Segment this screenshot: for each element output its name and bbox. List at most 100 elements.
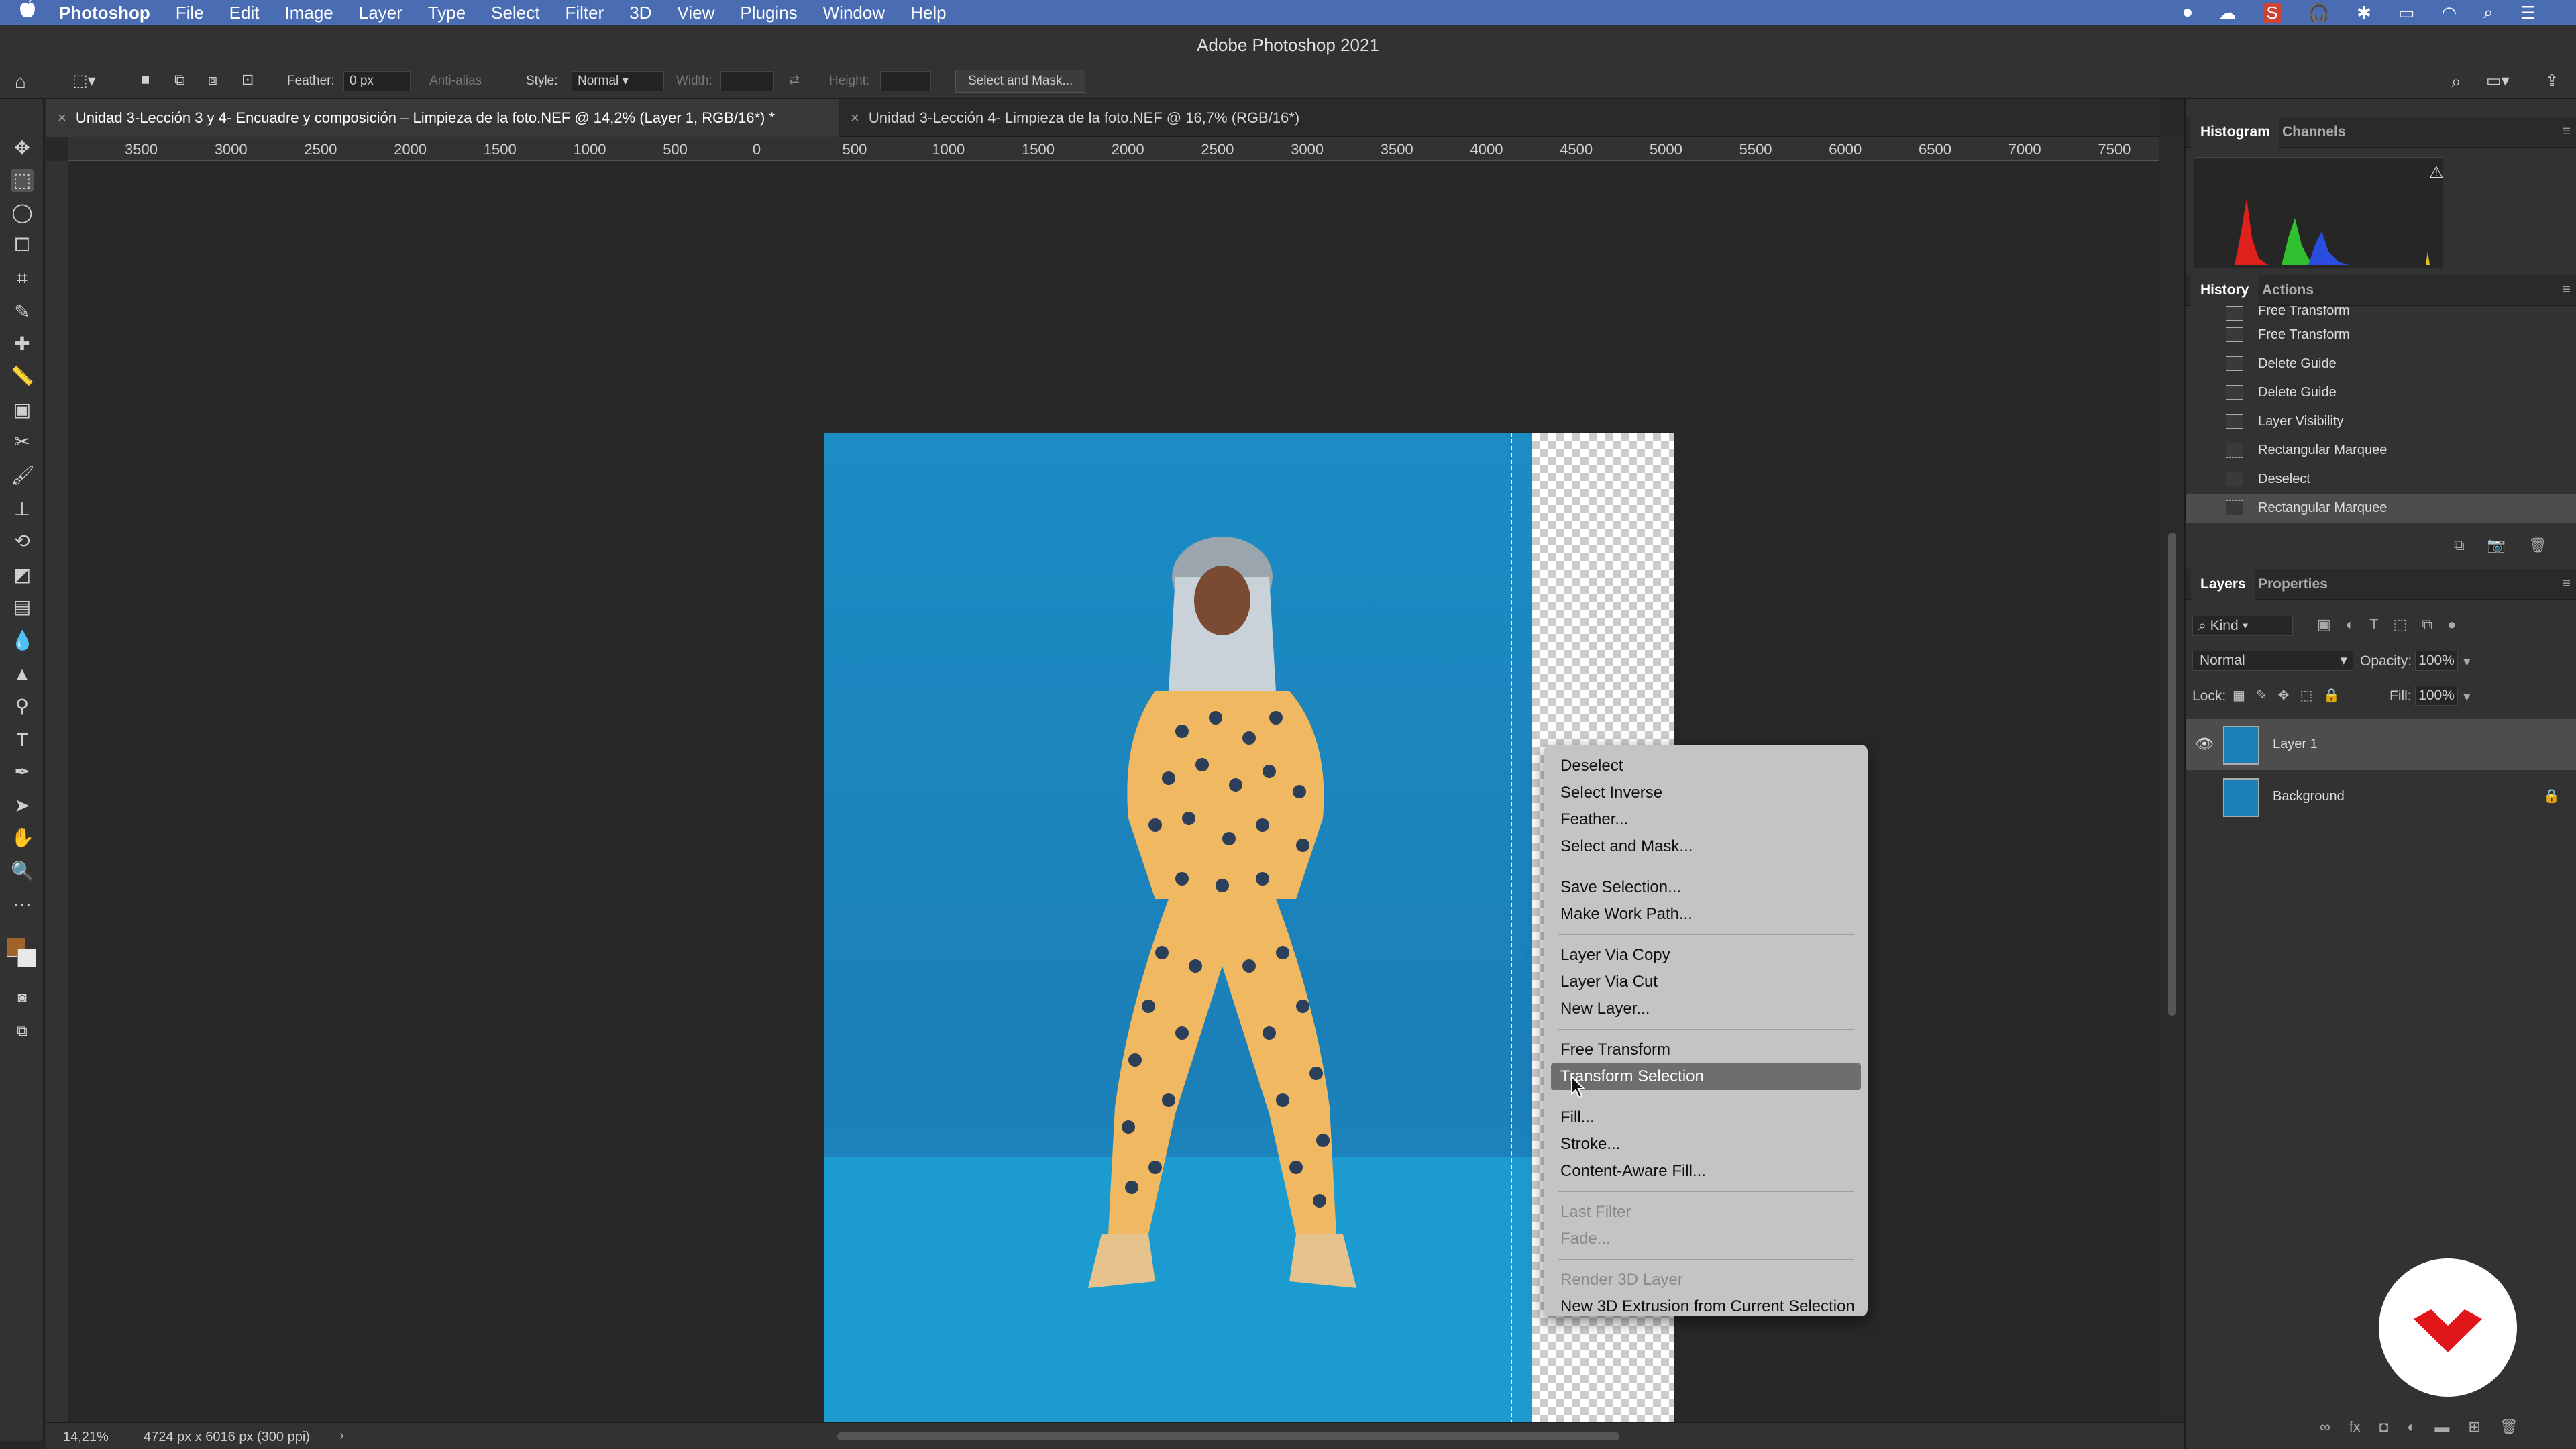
marquee-preset-icon[interactable]: ⬚▾ — [72, 71, 96, 91]
ruler-tool-icon[interactable]: 📏 — [11, 365, 34, 388]
home-icon[interactable]: ⌂ — [15, 71, 26, 93]
zoom-level[interactable]: 14,21% — [63, 1430, 109, 1445]
type-tool-icon[interactable]: T — [11, 729, 34, 751]
close-tab-icon[interactable]: × — [58, 109, 66, 126]
menu-item-fill[interactable]: Fill... — [1544, 1104, 1868, 1131]
menu-item-select-and-mask[interactable]: Select and Mask... — [1544, 833, 1868, 860]
tab-layers[interactable]: Layers — [2191, 569, 2255, 600]
tab-histogram[interactable]: Histogram — [2191, 117, 2279, 148]
selection-mode-new-icon[interactable]: ■ — [141, 71, 150, 89]
menu-image[interactable]: Image — [284, 3, 333, 23]
menu-item-make-work-path[interactable]: Make Work Path... — [1544, 901, 1868, 928]
menu-item-content-aware-fill[interactable]: Content-Aware Fill... — [1544, 1158, 1868, 1185]
history-item-selected[interactable]: Rectangular Marquee — [2186, 494, 2576, 523]
path-selection-tool-icon[interactable]: ➤ — [11, 794, 34, 817]
layer-name[interactable]: Background — [2273, 789, 2345, 804]
tab-channels[interactable]: Channels — [2273, 117, 2355, 148]
background-color-swatch[interactable] — [17, 949, 36, 967]
opacity-dropdown-icon[interactable]: ▾ — [2463, 653, 2471, 670]
canvas-vertical-scrollbar[interactable] — [2160, 137, 2184, 1422]
layer-row-background[interactable]: Background 🔒 — [2186, 771, 2576, 822]
control-center-icon[interactable]: ☰ — [2520, 3, 2536, 23]
lasso-tool-icon[interactable]: ◯ — [11, 201, 34, 224]
trash-icon[interactable]: 🗑 — [2528, 537, 2547, 554]
zoom-tool-icon[interactable]: 🔍 — [11, 860, 34, 883]
eraser-tool-icon[interactable]: ◩ — [11, 564, 34, 586]
workspace-icon[interactable]: ▭▾ — [2486, 71, 2510, 91]
move-tool-icon[interactable]: ✥ — [11, 137, 34, 160]
history-brush-tool-icon[interactable]: ⟲ — [11, 530, 34, 553]
lock-all-icon[interactable]: 🔒 — [2323, 687, 2340, 704]
history-item[interactable]: Layer Visibility — [2186, 407, 2576, 436]
new-layer-icon[interactable]: ⊞ — [2468, 1418, 2480, 1436]
blur-tool-icon[interactable]: 💧 — [11, 629, 34, 652]
layer-row-layer1[interactable]: 👁 Layer 1 — [2186, 719, 2576, 770]
menu-item-free-transform[interactable]: Free Transform — [1544, 1036, 1868, 1063]
blend-mode-select[interactable]: Normal ▾ — [2192, 651, 2353, 671]
battery-icon[interactable]: ▭ — [2398, 3, 2415, 23]
lock-position-icon[interactable]: ✥ — [2278, 687, 2290, 704]
opacity-input[interactable]: 100% — [2415, 651, 2458, 671]
lock-transparent-icon[interactable]: ▦ — [2233, 687, 2245, 704]
menu-layer[interactable]: Layer — [359, 3, 402, 23]
tab-properties[interactable]: Properties — [2249, 569, 2337, 600]
clone-stamp-tool-icon[interactable]: ⊥ — [11, 498, 34, 521]
eye-visibility-off-icon[interactable] — [2195, 788, 2210, 802]
fill-input[interactable]: 100% — [2415, 686, 2458, 706]
menu-select[interactable]: Select — [491, 3, 539, 23]
tab-document-1[interactable]: × Unidad 3-Lección 3 y 4- Encuadre y comp… — [46, 99, 839, 137]
dodge-tool-icon[interactable]: ⚲ — [11, 695, 34, 718]
tab-document-2[interactable]: × Unidad 3-Lección 4- Limpieza de la foto… — [839, 99, 1402, 137]
menu-app-name[interactable]: Photoshop — [59, 3, 150, 23]
object-selection-tool-icon[interactable]: ⧠ — [11, 233, 34, 256]
share-icon[interactable]: ⇪ — [2545, 71, 2559, 91]
frame-tool-icon[interactable]: ▣ — [11, 398, 34, 421]
select-and-mask-button[interactable]: Select and Mask... — [955, 70, 1086, 93]
menu-item-select-inverse[interactable]: Select Inverse — [1544, 780, 1868, 806]
filter-smart-object-icon[interactable]: ⧉ — [2422, 616, 2432, 633]
panel-menu-icon[interactable]: ≡ — [2563, 576, 2571, 592]
history-item[interactable]: Free Transform — [2186, 306, 2576, 321]
menu-plugins[interactable]: Plugins — [740, 3, 797, 23]
search-icon[interactable]: ⌕ — [2451, 71, 2461, 93]
menu-filter[interactable]: Filter — [565, 3, 604, 23]
trash-icon[interactable]: 🗑 — [2500, 1418, 2518, 1436]
filter-shape-icon[interactable]: ⬚ — [2394, 616, 2408, 633]
menu-window[interactable]: Window — [823, 3, 885, 23]
lock-artboard-icon[interactable]: ⬚ — [2300, 687, 2312, 704]
filter-type-icon[interactable]: T — [2369, 616, 2378, 633]
filter-toggle-icon[interactable]: ● — [2447, 616, 2456, 633]
canvas-horizontal-scrollbar[interactable] — [837, 1432, 1619, 1440]
style-select[interactable]: Normal ▾ — [572, 71, 664, 91]
brush-tool-icon[interactable]: 🖌 — [11, 464, 35, 487]
menu-3d[interactable]: 3D — [629, 3, 651, 23]
history-item[interactable]: Delete Guide — [2186, 378, 2576, 407]
spot-healing-tool-icon[interactable]: ✚ — [11, 333, 34, 356]
pen-tool-icon[interactable]: ✒ — [11, 761, 34, 784]
bluetooth-icon[interactable]: ✱ — [2357, 3, 2371, 23]
sharpen-tool-icon[interactable]: ▲ — [11, 663, 34, 686]
selection-mode-add-icon[interactable]: ⧉ — [174, 71, 185, 89]
add-mask-icon[interactable]: ◘ — [2379, 1418, 2388, 1436]
selection-mode-subtract-icon[interactable]: ⧈ — [208, 71, 217, 89]
snapshot-camera-icon[interactable]: 📷 — [2487, 537, 2506, 554]
link-layers-icon[interactable]: ∞ — [2320, 1418, 2330, 1436]
hand-tool-icon[interactable]: ✋ — [11, 826, 34, 849]
layer-name[interactable]: Layer 1 — [2273, 737, 2318, 752]
menu-item-feather[interactable]: Feather... — [1544, 806, 1868, 833]
quick-mask-icon[interactable]: ◙ — [11, 986, 34, 1009]
cloud-icon[interactable]: ☁ — [2218, 3, 2236, 23]
selection-mode-intersect-icon[interactable]: ⊡ — [241, 71, 254, 89]
close-tab-icon[interactable]: × — [851, 109, 859, 126]
layer-style-fx-icon[interactable]: fx — [2349, 1418, 2361, 1436]
more-tools-icon[interactable]: ⋯ — [11, 894, 34, 916]
status-expand-icon[interactable]: › — [339, 1428, 344, 1444]
menu-item-new-3d-extrusion[interactable]: New 3D Extrusion from Current Selection — [1544, 1293, 1868, 1320]
spotlight-search-icon[interactable]: ⌕ — [2483, 2, 2493, 23]
new-document-from-state-icon[interactable]: ⧉ — [2454, 537, 2465, 554]
eyedropper-tool-icon[interactable]: ✎ — [11, 301, 34, 323]
record-icon[interactable]: ⏺ — [2183, 2, 2192, 23]
gradient-tool-icon[interactable]: ▤ — [11, 596, 34, 619]
menu-item-transform-selection[interactable]: Transform Selection — [1551, 1063, 1861, 1090]
scissors-tool-icon[interactable]: ✂ — [11, 431, 34, 453]
